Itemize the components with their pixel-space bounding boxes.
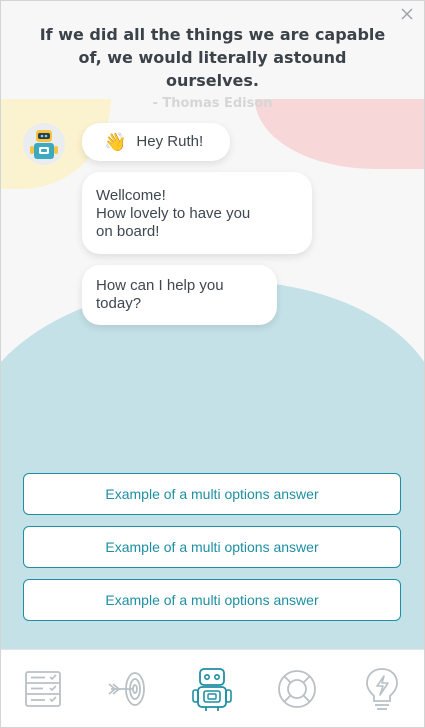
welcome-bubble: Wellcome! How lovely to have you on boar… [82,172,312,254]
answer-option-button[interactable]: Example of a multi options answer [23,579,401,621]
robot-icon [192,668,233,711]
bot-avatar [23,123,65,165]
waving-hand-icon: 👋 [104,132,127,152]
greeting-text: Hey Ruth! [136,133,204,150]
nav-item-robot[interactable] [185,662,239,716]
nav-item-checklist[interactable] [16,662,70,716]
greeting-bubble: 👋 Hey Ruth! [82,123,230,161]
bottom-nav [1,649,424,727]
lifebuoy-icon [278,670,316,708]
quote-header: If we did all the things we are capable … [1,1,424,111]
quote-author: - Thomas Edison [152,96,273,111]
close-icon[interactable] [400,7,414,21]
lightbulb-icon [365,668,398,710]
question-bubble: How can I help you today? [82,265,277,325]
quote-text: If we did all the things we are capable … [39,25,386,90]
nav-item-lifebuoy[interactable] [270,662,324,716]
answer-option-button[interactable]: Example of a multi options answer [23,473,401,515]
checklist-icon [25,671,62,707]
robot-avatar-icon [30,130,58,159]
target-icon [108,672,145,706]
nav-item-target[interactable] [101,662,155,716]
nav-item-lightbulb[interactable] [355,662,409,716]
answer-option-button[interactable]: Example of a multi options answer [23,526,401,568]
chat-panel: If we did all the things we are capable … [0,0,425,728]
